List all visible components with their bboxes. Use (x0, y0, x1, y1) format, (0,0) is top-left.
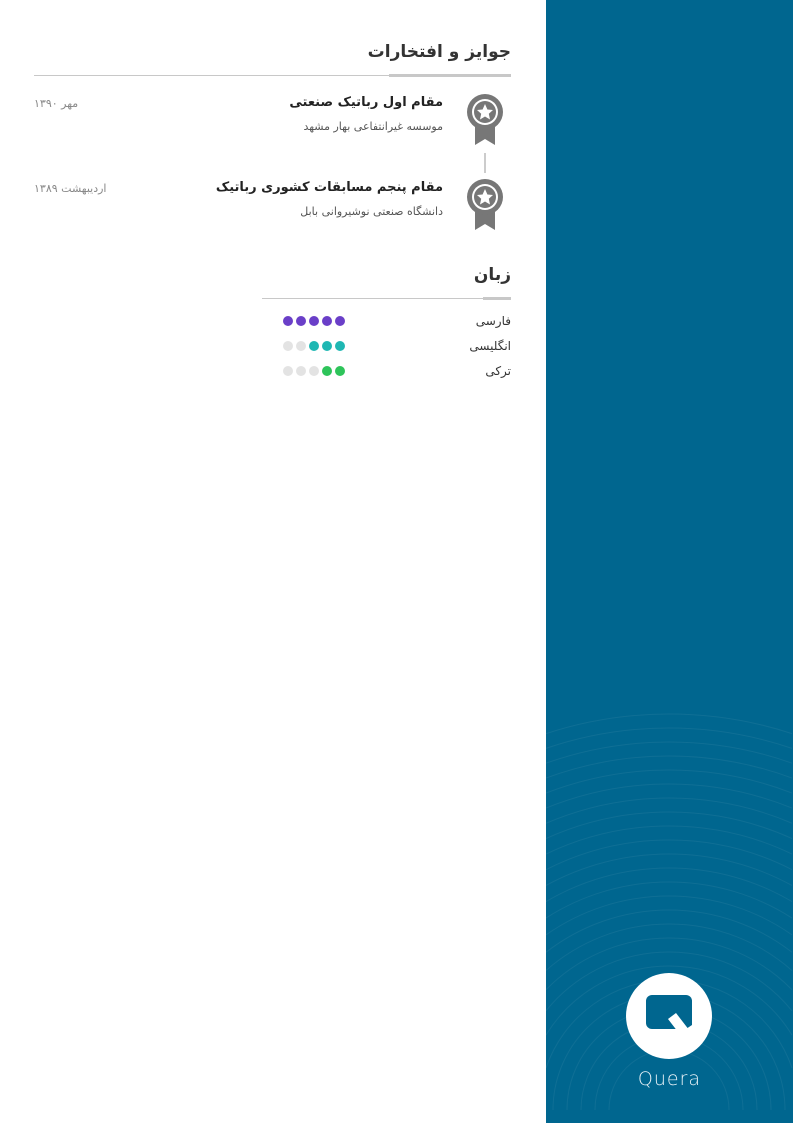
ring (546, 727, 793, 749)
award-medal-icon (467, 179, 503, 230)
ring (546, 755, 793, 779)
resume-page: جوایز و افتخارات مقام اول رباتیک صنعتی م… (0, 0, 793, 1123)
ring (546, 867, 793, 903)
ring (546, 811, 793, 840)
level-dot-filled (322, 341, 332, 351)
level-dot-empty (283, 366, 293, 376)
languages-section-title: زبان (473, 265, 511, 285)
award-title: مقام پنجم مسابقات کشوری رباتیک (215, 180, 443, 195)
award-medal-icon (467, 94, 503, 145)
decorative-rings (546, 713, 793, 1111)
level-dot-empty (309, 366, 319, 376)
quera-logo-icon (626, 973, 712, 1059)
level-dot-filled (309, 341, 319, 351)
level-dot-empty (283, 341, 293, 351)
award-date: اردیبهشت ۱۳۸۹ (34, 182, 107, 195)
ring (546, 881, 793, 919)
languages-divider (262, 298, 511, 299)
ring (546, 741, 793, 764)
sidebar: Quera (546, 0, 793, 1123)
ring (546, 797, 793, 824)
ring (546, 839, 793, 871)
ring (546, 909, 793, 953)
level-dot-filled (296, 316, 306, 326)
ring (546, 769, 793, 794)
ring (546, 783, 793, 809)
level-dot-empty (296, 366, 306, 376)
level-dot-filled (309, 316, 319, 326)
resume-main: جوایز و افتخارات مقام اول رباتیک صنعتی م… (0, 0, 546, 1123)
languages-title-underline (483, 297, 511, 300)
award-title: مقام اول رباتیک صنعتی (289, 95, 443, 110)
award-date: مهر ۱۳۹۰ (34, 97, 79, 110)
level-dot-filled (335, 316, 345, 326)
awards-section-title: جوایز و افتخارات (367, 42, 511, 62)
level-dot-filled (335, 366, 345, 376)
language-level (283, 366, 345, 376)
ring (546, 853, 793, 886)
level-dot-filled (322, 366, 332, 376)
logo-text: Quera (637, 1068, 702, 1090)
award-organization: موسسه غیرانتفاعی بهار مشهد (303, 120, 443, 133)
language-name: انگلیسی (469, 339, 511, 353)
ring (546, 713, 793, 735)
language-name: ترکی (485, 364, 511, 378)
awards-title-underline (389, 74, 511, 77)
level-dot-filled (322, 316, 332, 326)
language-level (283, 341, 345, 351)
level-dot-filled (283, 316, 293, 326)
level-dot-filled (335, 341, 345, 351)
language-name: فارسی (475, 314, 511, 328)
award-organization: دانشگاه صنعتی نوشیروانی بابل (300, 205, 443, 218)
language-level (283, 316, 345, 326)
timeline-connector (484, 153, 486, 173)
level-dot-empty (296, 341, 306, 351)
ring (546, 923, 793, 971)
